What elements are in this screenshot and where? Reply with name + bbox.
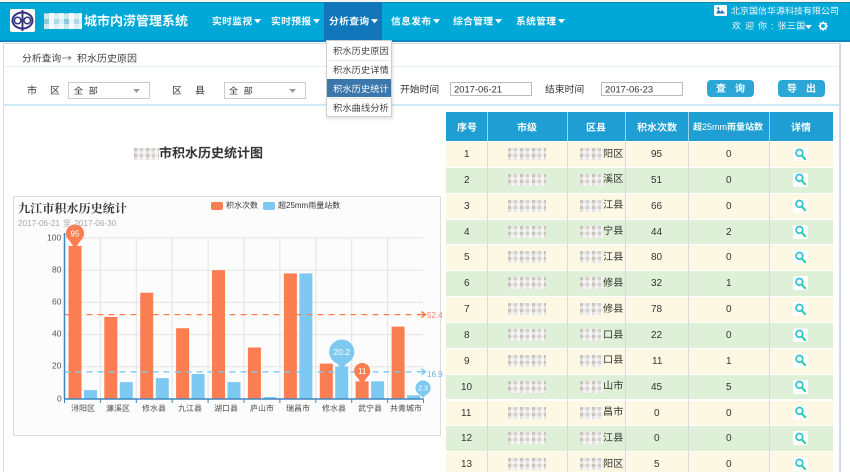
svg-text:32: 32 xyxy=(651,278,663,289)
svg-text:5: 5 xyxy=(726,381,732,392)
svg-text:13: 13 xyxy=(461,459,473,470)
svg-text:1: 1 xyxy=(726,278,732,289)
svg-text:40: 40 xyxy=(52,329,62,339)
svg-text:1: 1 xyxy=(726,356,732,367)
svg-text:0: 0 xyxy=(726,330,732,341)
svg-text:25mm: 25mm xyxy=(702,122,727,132)
svg-text:20: 20 xyxy=(52,361,62,371)
svg-text:95: 95 xyxy=(71,229,80,238)
svg-text:2.3: 2.3 xyxy=(418,385,428,392)
svg-text:11: 11 xyxy=(358,367,367,376)
svg-text:6: 6 xyxy=(464,278,470,289)
svg-text:2: 2 xyxy=(726,226,732,237)
svg-text:0: 0 xyxy=(726,304,732,315)
svg-text:5: 5 xyxy=(464,252,470,263)
svg-text:80: 80 xyxy=(52,264,62,274)
svg-text:22: 22 xyxy=(651,330,663,341)
svg-text:52.4: 52.4 xyxy=(427,311,443,320)
svg-text:0: 0 xyxy=(726,459,732,470)
svg-text:3: 3 xyxy=(464,200,470,211)
svg-text:0: 0 xyxy=(726,175,732,186)
svg-text:4: 4 xyxy=(464,226,470,237)
svg-text:12: 12 xyxy=(461,433,473,444)
svg-text::: : xyxy=(771,20,774,30)
svg-text:11: 11 xyxy=(652,356,663,367)
svg-text:0: 0 xyxy=(726,433,732,444)
svg-text:45: 45 xyxy=(651,381,663,392)
svg-text:9: 9 xyxy=(464,356,470,367)
svg-text:2017-06-21: 2017-06-21 xyxy=(454,84,502,95)
svg-text:60: 60 xyxy=(52,296,62,306)
svg-text:0: 0 xyxy=(57,393,62,403)
svg-text:1: 1 xyxy=(464,149,470,160)
svg-text:51: 51 xyxy=(651,175,663,186)
svg-text:7: 7 xyxy=(464,304,470,315)
svg-text:0: 0 xyxy=(726,407,732,418)
svg-text:25mm: 25mm xyxy=(286,201,309,210)
svg-text:8: 8 xyxy=(464,330,470,341)
svg-text:66: 66 xyxy=(651,200,663,211)
svg-text:16.9: 16.9 xyxy=(427,370,443,379)
svg-text:2: 2 xyxy=(464,175,470,186)
svg-text:0: 0 xyxy=(654,433,660,444)
svg-text:100: 100 xyxy=(47,232,61,242)
svg-text:0: 0 xyxy=(654,407,660,418)
svg-text:11: 11 xyxy=(461,407,472,418)
svg-text:0: 0 xyxy=(726,200,732,211)
svg-text:10: 10 xyxy=(461,381,473,392)
svg-text:0: 0 xyxy=(726,252,732,263)
svg-text:0: 0 xyxy=(726,149,732,160)
svg-text:80: 80 xyxy=(651,252,663,263)
svg-text:78: 78 xyxy=(651,304,663,315)
svg-text:20.2: 20.2 xyxy=(334,347,351,357)
svg-text:2017-06-21: 2017-06-21 xyxy=(18,219,60,228)
svg-text:2017-06-23: 2017-06-23 xyxy=(605,84,653,95)
svg-text:5: 5 xyxy=(654,459,660,470)
svg-text:2017-06-30: 2017-06-30 xyxy=(74,219,116,228)
svg-text:44: 44 xyxy=(651,226,663,237)
svg-text:95: 95 xyxy=(651,149,663,160)
